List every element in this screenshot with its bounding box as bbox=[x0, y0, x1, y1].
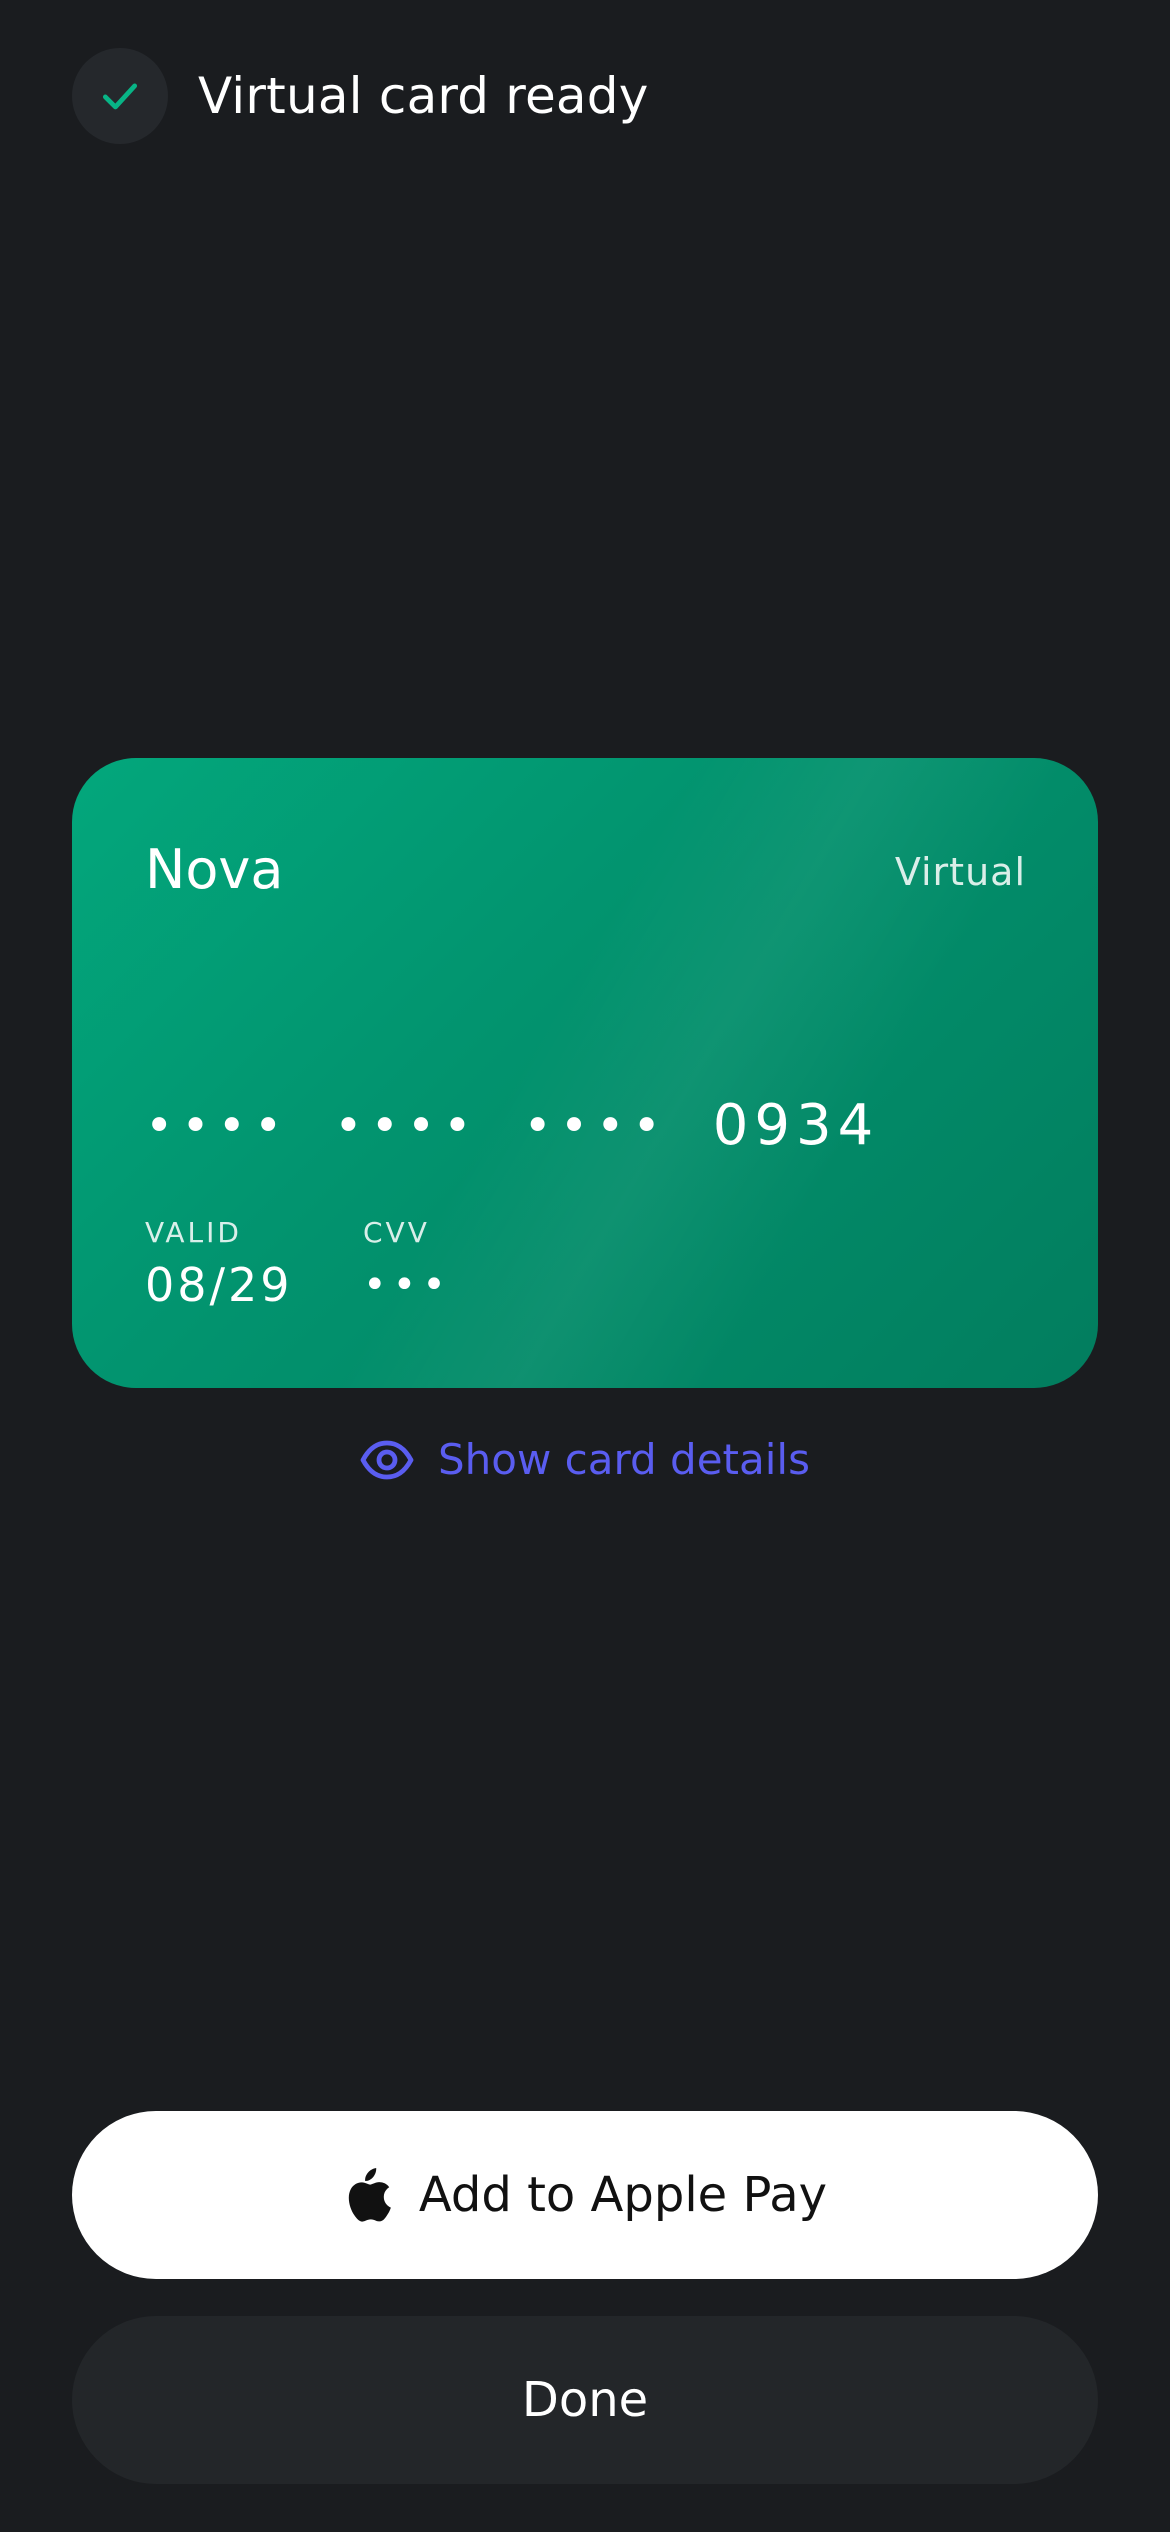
show-card-details-label: Show card details bbox=[438, 1435, 810, 1484]
card-number: •••• •••• •••• 0934 bbox=[145, 1093, 879, 1158]
cvv-label: CVV bbox=[363, 1216, 430, 1249]
page-title: Virtual card ready bbox=[198, 67, 649, 125]
cvv-value: ••• bbox=[363, 1262, 452, 1308]
eye-icon bbox=[360, 1440, 414, 1480]
check-icon bbox=[102, 83, 138, 110]
status-header: Virtual card ready bbox=[72, 48, 649, 144]
valid-label: VALID bbox=[145, 1216, 242, 1249]
card-brand: Nova bbox=[145, 838, 284, 901]
show-card-details-link[interactable]: Show card details bbox=[0, 1435, 1170, 1484]
card-number-group: •••• bbox=[145, 1097, 291, 1154]
card-last4: 0934 bbox=[712, 1093, 880, 1158]
card-number-group: •••• bbox=[334, 1097, 480, 1154]
done-button[interactable]: Done bbox=[72, 2316, 1098, 2484]
virtual-card: Nova Virtual •••• •••• •••• 0934 VALID 0… bbox=[72, 758, 1098, 1388]
check-badge bbox=[72, 48, 168, 144]
add-to-apple-pay-button[interactable]: Add to Apple Pay bbox=[72, 2111, 1098, 2279]
card-number-group: •••• bbox=[523, 1097, 669, 1154]
card-type-label: Virtual bbox=[894, 850, 1026, 894]
valid-value: 08/29 bbox=[145, 1258, 293, 1312]
add-to-apple-pay-label: Add to Apple Pay bbox=[418, 2167, 828, 2223]
done-label: Done bbox=[521, 2372, 649, 2428]
apple-icon bbox=[343, 2167, 391, 2223]
